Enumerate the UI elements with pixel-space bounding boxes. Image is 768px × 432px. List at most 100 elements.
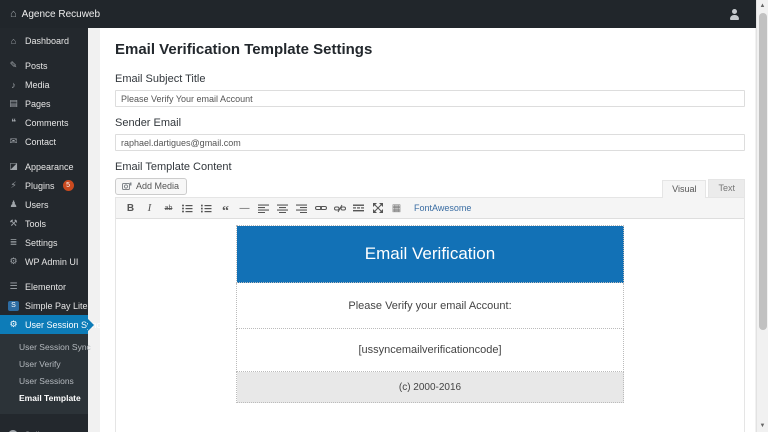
unlink-icon	[333, 204, 346, 212]
blockquote-button[interactable]: “	[216, 200, 235, 218]
submenu-item-user-session-sync[interactable]: User Session Sync	[0, 339, 91, 356]
sidebar-item-label: Comments	[25, 117, 69, 128]
link-icon	[314, 206, 327, 210]
users-icon: ♟	[9, 199, 18, 209]
appearance-icon: ◪	[9, 161, 18, 171]
strikethrough-button[interactable]: ab	[159, 200, 178, 217]
fullscreen-button[interactable]	[368, 200, 387, 217]
sidebar-item-label: Elementor	[25, 281, 67, 292]
sidebar-item-settings[interactable]: ≣ Settings	[0, 233, 88, 252]
horizontal-rule-button[interactable]: —	[235, 200, 254, 217]
sidebar-item-label: Simple Pay Lite	[25, 300, 88, 311]
media-icon: ♪	[11, 79, 16, 90]
tools-icon: ⚒	[9, 218, 18, 228]
toolbar-toggle-button[interactable]: ▦	[387, 200, 406, 217]
contact-icon: ✉	[9, 136, 18, 146]
tab-text[interactable]: Text	[708, 179, 745, 197]
align-center-icon	[277, 204, 288, 213]
sender-email-input[interactable]	[115, 134, 745, 151]
dashboard-icon: ⌂	[10, 35, 17, 46]
bullet-list-button[interactable]	[178, 200, 197, 217]
sidebar-item-plugins[interactable]: ⚡ Plugins 5	[0, 176, 88, 195]
site-name: Agence Recuweb	[21, 8, 101, 20]
bold-button[interactable]: B	[121, 200, 140, 217]
editor-canvas[interactable]: Email Verification Please Verify your em…	[116, 219, 744, 432]
sidebar-item-user-session-sync[interactable]: ⚙ User Session Sync	[0, 315, 101, 334]
tab-visual[interactable]: Visual	[662, 180, 707, 198]
align-right-button[interactable]	[292, 200, 311, 217]
add-media-button[interactable]: Add Media	[115, 178, 188, 195]
editor-toolbar: B I ab “ — ▦ FontAwesome	[116, 198, 744, 219]
simple-pay-icon: S	[8, 300, 19, 311]
sidebar-item-posts[interactable]: ✎ Posts	[0, 56, 88, 75]
email-code-cell[interactable]: [ussyncemailverificationcode]	[236, 328, 624, 372]
add-media-label: Add Media	[136, 181, 180, 191]
sidebar-item-label: User Session Sync	[25, 319, 102, 330]
sidebar-item-label: Plugins	[25, 180, 55, 191]
comments-icon: ❝	[11, 117, 16, 127]
sidebar-item-pages[interactable]: ▤ Pages	[0, 94, 88, 113]
scrollbar-thumb[interactable]	[759, 13, 767, 330]
sidebar-item-simple-pay-lite[interactable]: S Simple Pay Lite	[0, 296, 88, 315]
sidebar-item-label: Pages	[25, 98, 51, 109]
sidebar-item-label: Appearance	[25, 161, 74, 172]
sidebar-item-label: Users	[25, 199, 49, 210]
media-icon	[122, 182, 132, 190]
align-right-icon	[296, 204, 307, 213]
numbered-list-icon	[201, 204, 212, 212]
email-subject-input[interactable]	[115, 90, 745, 107]
insert-link-button[interactable]	[311, 200, 330, 217]
sidebar-item-dashboard[interactable]: ⌂ Dashboard	[0, 31, 88, 50]
scroll-up-icon[interactable]: ▲	[757, 0, 768, 12]
plugins-icon: ⚡	[10, 180, 17, 190]
scroll-down-icon[interactable]: ▼	[757, 420, 768, 432]
sender-email-label: Sender Email	[115, 117, 182, 129]
sidebar-item-label: Contact	[25, 136, 57, 147]
fontawesome-button[interactable]: FontAwesome	[414, 203, 471, 213]
email-subject-label: Email Subject Title	[115, 73, 206, 85]
submenu-item-user-sessions[interactable]: User Sessions	[0, 373, 88, 390]
email-template-table[interactable]: Email Verification Please Verify your em…	[236, 225, 624, 403]
elementor-icon: ☰	[9, 281, 18, 291]
submenu-item-user-verify[interactable]: User Verify	[0, 356, 88, 373]
sidebar-item-users[interactable]: ♟ Users	[0, 195, 88, 214]
submenu-item-email-template[interactable]: Email Template	[0, 390, 88, 407]
sidebar-item-appearance[interactable]: ◪ Appearance	[0, 157, 88, 176]
email-header-cell[interactable]: Email Verification	[236, 225, 624, 283]
remove-link-button[interactable]	[330, 200, 349, 217]
read-more-tag-button[interactable]	[349, 200, 368, 217]
gear-icon: ⚙	[9, 256, 18, 266]
sidebar-item-label: Dashboard	[25, 35, 70, 46]
sidebar-item-tools[interactable]: ⚒ Tools	[0, 214, 88, 233]
home-icon: ⌂	[10, 8, 17, 20]
sidebar-item-label: Media	[25, 79, 50, 90]
editor-frame: B I ab “ — ▦ FontAwesome Email Verificat…	[115, 197, 745, 432]
site-menu[interactable]: ⌂ Agence Recuweb	[0, 8, 100, 20]
admin-sidebar: ⌂ Dashboard ✎ Posts ♪ Media ▤ Pages ❝ Co…	[0, 28, 101, 432]
sidebar-item-media[interactable]: ♪ Media	[0, 75, 88, 94]
sidebar-item-elementor[interactable]: ☰ Elementor	[0, 277, 88, 296]
settings-panel: Email Verification Template Settings Ema…	[100, 28, 755, 432]
fullscreen-icon	[372, 203, 383, 213]
sidebar-item-comments[interactable]: ❝ Comments	[0, 113, 88, 132]
email-footer-cell[interactable]: (c) 2000-2016	[236, 371, 624, 403]
content-area: Email Verification Template Settings Ema…	[88, 28, 756, 432]
wp-editor: Add Media Visual Text B I ab “ — ▦ FontA…	[115, 178, 745, 432]
sidebar-item-wp-admin-ui[interactable]: ⚙ WP Admin UI	[0, 252, 88, 271]
sidebar-item-contact[interactable]: ✉ Contact	[0, 132, 88, 151]
align-left-icon	[258, 204, 269, 213]
more-tag-icon	[353, 204, 364, 212]
page-scrollbar[interactable]: ▲ ▼	[756, 0, 768, 432]
numbered-list-button[interactable]	[197, 200, 216, 217]
page-title: Email Verification Template Settings	[115, 41, 373, 58]
editor-mode-tabs: Visual Text	[662, 179, 745, 198]
admin-top-bar: ⌂ Agence Recuweb	[0, 0, 756, 28]
align-left-button[interactable]	[254, 200, 273, 217]
align-center-button[interactable]	[273, 200, 292, 217]
gear-icon: ⚙	[9, 319, 18, 329]
italic-button[interactable]: I	[140, 200, 159, 217]
collapse-menu-button[interactable]: ◂ Collapse menu	[0, 425, 88, 432]
user-account-icon[interactable]	[729, 8, 740, 20]
sidebar-item-label: WP Admin UI	[25, 256, 79, 267]
email-body-cell[interactable]: Please Verify your email Account:	[236, 282, 624, 329]
